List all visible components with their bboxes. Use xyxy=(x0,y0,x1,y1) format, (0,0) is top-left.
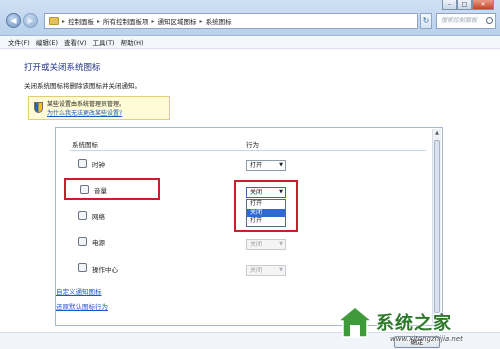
search-input[interactable]: 搜索控制面板 xyxy=(436,13,496,29)
menu-help[interactable]: 帮助(H) xyxy=(121,37,144,47)
watermark-text: 系统之家 xyxy=(376,313,452,334)
search-icon xyxy=(486,17,493,24)
control-panel-icon xyxy=(49,17,59,25)
forward-button[interactable]: ▶ xyxy=(23,13,38,28)
shield-icon xyxy=(34,102,43,113)
title-bar: – □ ✕ ◀ ▶ ▸ 控制面板 ▸ 所有控制面板项 ▸ 通知区域图标 ▸ 系统… xyxy=(0,0,500,36)
row-label-action-center: 操作中心 xyxy=(92,266,118,274)
menu-tools[interactable]: 工具(T) xyxy=(93,37,115,47)
breadcrumb-2[interactable]: 通知区域图标 xyxy=(158,16,197,26)
search-placeholder: 搜索控制面板 xyxy=(441,17,478,24)
column-header-behavior: 行为 xyxy=(246,141,259,149)
close-button[interactable]: ✕ xyxy=(472,0,494,10)
row-label-power: 电源 xyxy=(92,239,105,247)
window-controls: – □ ✕ xyxy=(442,0,494,11)
watermark-url: www.xitongzhijia.net xyxy=(390,335,463,343)
volume-highlight-box xyxy=(64,178,160,200)
admin-notice: 某些设置由系统管理员管理。 为什么我无法更改某些设置? xyxy=(28,96,170,120)
network-icon xyxy=(78,211,87,220)
page-title: 打开或关闭系统图标 xyxy=(24,63,101,73)
customize-notification-icons-link[interactable]: 自定义通知图标 xyxy=(56,286,102,296)
scroll-up-arrow[interactable]: ▲ xyxy=(433,129,441,138)
minimize-button[interactable]: – xyxy=(442,0,457,10)
address-bar[interactable]: ▸ 控制面板 ▸ 所有控制面板项 ▸ 通知区域图标 ▸ 系统图标 xyxy=(44,13,418,29)
scrollbar[interactable]: ▲ ▼ xyxy=(432,129,441,324)
power-icon xyxy=(78,237,87,246)
row-label-clock: 时钟 xyxy=(92,161,105,169)
scroll-thumb[interactable] xyxy=(434,140,440,313)
clock-behavior-select[interactable]: 打开 ▼ xyxy=(246,160,286,171)
main-content: 打开或关闭系统图标 关闭系统图标将删除该图标并关闭通知。 某些设置由系统管理员管… xyxy=(0,49,500,332)
clock-icon xyxy=(78,159,87,168)
maximize-button[interactable]: □ xyxy=(457,0,472,10)
refresh-button[interactable]: ↻ xyxy=(420,13,432,29)
column-header-icons: 系统图标 xyxy=(72,141,98,149)
menu-file[interactable]: 文件(F) xyxy=(8,37,30,47)
action-center-behavior-select: 关闭 ▼ xyxy=(246,265,286,276)
dropdown-highlight-box xyxy=(234,180,298,232)
back-button[interactable]: ◀ xyxy=(6,13,21,28)
breadcrumb-1[interactable]: 所有控制面板项 xyxy=(103,16,149,26)
watermark-logo: 系统之家 www.xitongzhijia.net xyxy=(332,297,498,347)
menu-bar: 文件(F) 编辑(E) 查看(V) 工具(T) 帮助(H) xyxy=(0,36,500,49)
menu-view[interactable]: 查看(V) xyxy=(64,37,87,47)
notice-text: 某些设置由系统管理员管理。 xyxy=(47,101,126,108)
menu-edit[interactable]: 编辑(E) xyxy=(36,37,58,47)
breadcrumb-0[interactable]: 控制面板 xyxy=(68,16,94,26)
flag-icon xyxy=(78,263,87,272)
row-label-network: 网络 xyxy=(92,213,105,221)
breadcrumb-3[interactable]: 系统图标 xyxy=(206,16,232,26)
house-logo-icon xyxy=(336,306,374,338)
page-description: 关闭系统图标将删除该图标并关闭通知。 xyxy=(24,82,141,90)
restore-default-link[interactable]: 还原默认图标行为 xyxy=(56,301,108,311)
why-link[interactable]: 为什么我无法更改某些设置? xyxy=(47,109,165,118)
power-behavior-select: 关闭 ▼ xyxy=(246,239,286,250)
